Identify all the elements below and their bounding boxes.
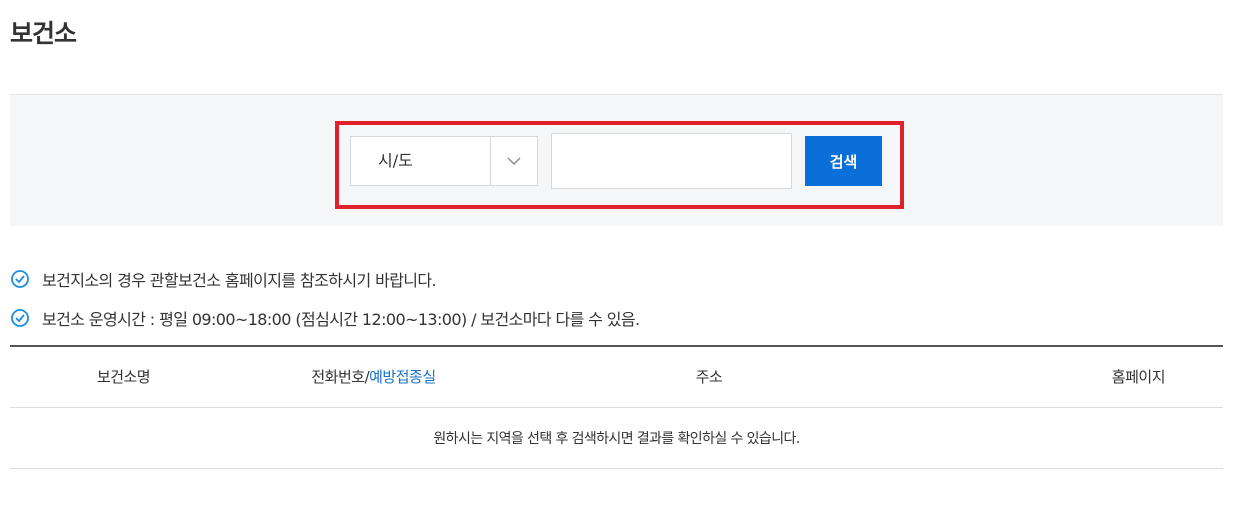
sido-select[interactable]: 시/도 [350,136,538,186]
search-button[interactable]: 검색 [805,136,882,186]
search-panel: 시/도 검색 [10,94,1223,226]
chevron-down-icon[interactable] [490,137,537,185]
empty-message: 원하시는 지역을 선택 후 검색하시면 결과를 확인하실 수 있습니다. [10,407,1223,469]
notice-text: 보건지소의 경우 관할보건소 홈페이지를 참조하시기 바랍니다. [42,271,437,290]
header-phone: 전화번호/예방접종실 [237,346,510,408]
result-table: 보건소명 전화번호/예방접종실 주소 홈페이지 원하시는 지역을 선택 후 검색… [10,345,1223,469]
header-phone-label: 전화번호 [311,368,365,387]
notice-text: 보건소 운영시간 : 평일 09:00~18:00 (점심시간 12:00~13… [42,310,640,329]
sido-select-value: 시/도 [378,151,413,170]
check-circle-icon [10,308,30,328]
header-name: 보건소명 [10,346,237,408]
header-address: 주소 [510,346,908,408]
notice-item: 보건지소의 경우 관할보건소 홈페이지를 참조하시기 바랍니다. [10,267,437,291]
header-homepage: 홈페이지 [908,346,1223,408]
notice-item: 보건소 운영시간 : 평일 09:00~18:00 (점심시간 12:00~13… [10,306,640,330]
table-row: 원하시는 지역을 선택 후 검색하시면 결과를 확인하실 수 있습니다. [10,407,1223,469]
check-circle-icon [10,269,30,289]
header-vaccination: 예방접종실 [369,368,436,387]
search-input[interactable] [551,133,792,189]
table-header-row: 보건소명 전화번호/예방접종실 주소 홈페이지 [10,346,1223,408]
page-title: 보건소 [10,19,77,48]
